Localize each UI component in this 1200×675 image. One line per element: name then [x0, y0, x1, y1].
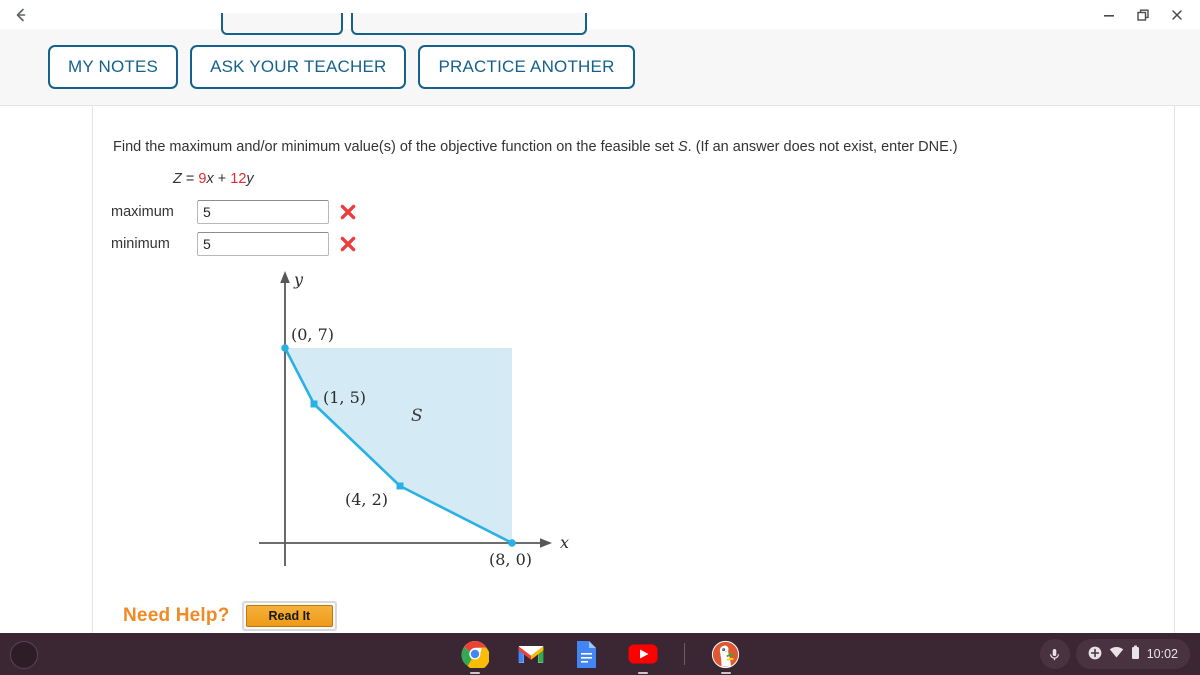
vertex-point-1-5 [310, 400, 318, 408]
duckduckgo-icon[interactable] [711, 639, 741, 674]
vertex-point-4-2 [396, 482, 404, 490]
chromeos-shelf: 10:02 [0, 633, 1200, 675]
shelf-app-icons [0, 633, 1200, 675]
objective-function: Z = 9x + 12y [173, 171, 254, 187]
objective-coef-y: 12 [230, 171, 247, 187]
prompt-text-part2: . (If an answer does not exist, enter DN… [687, 139, 958, 155]
youtube-icon[interactable] [628, 639, 658, 674]
microphone-icon[interactable] [1039, 639, 1070, 669]
objective-var-x: x [206, 171, 214, 187]
minimum-input[interactable] [197, 232, 329, 256]
vertex-point-8-0 [508, 539, 516, 547]
ask-your-teacher-button[interactable]: ASK YOUR TEACHER [190, 45, 407, 89]
shelf-separator [683, 643, 685, 665]
y-axis-arrow [280, 271, 290, 283]
annotation-8-0: (8, 0) [489, 550, 532, 569]
incorrect-icon-minimum [339, 235, 357, 253]
google-docs-icon[interactable] [572, 639, 602, 669]
incorrect-icon-maximum [339, 203, 357, 221]
objective-var-y: y [246, 171, 254, 187]
objective-equals: = [185, 171, 195, 187]
graph-svg: y x (0, 7) (1, 5) (4, 2) (8, 0) S [259, 270, 569, 569]
answer-fields: maximum minimum [111, 198, 357, 262]
feasible-region-fill [285, 348, 512, 543]
wifi-icon [1109, 646, 1124, 662]
prompt-set-symbol: S [677, 139, 688, 155]
clipped-buttons-row [0, 13, 1200, 35]
question-prompt: Find the maximum and/or minimum value(s)… [113, 138, 1153, 157]
battery-icon [1131, 645, 1140, 663]
app-running-indicator [637, 672, 648, 674]
clock-label: 10:02 [1146, 647, 1178, 661]
read-it-button[interactable]: Read It [245, 605, 334, 627]
need-help-section: Need Help? Read It [123, 601, 338, 631]
annotation-4-2: (4, 2) [345, 490, 388, 509]
prompt-text-part1: Find the maximum and/or minimum value(s)… [113, 139, 678, 155]
maximum-input[interactable] [197, 200, 329, 224]
clipped-button-right[interactable] [351, 13, 587, 35]
minimum-label: minimum [111, 236, 170, 252]
objective-plus: + [217, 171, 227, 187]
toolbar-button-row: MY NOTES ASK YOUR TEACHER PRACTICE ANOTH… [48, 45, 635, 89]
screen: MY NOTES ASK YOUR TEACHER PRACTICE ANOTH… [0, 0, 1200, 675]
annotation-0-7: (0, 7) [291, 325, 334, 344]
app-running-indicator [469, 672, 480, 674]
problem-card: Find the maximum and/or minimum value(s)… [92, 106, 1175, 666]
need-help-label: Need Help? [123, 605, 230, 626]
maximum-label: maximum [111, 204, 174, 220]
page-content: MY NOTES ASK YOUR TEACHER PRACTICE ANOTH… [0, 13, 1200, 666]
my-notes-button[interactable]: MY NOTES [48, 45, 179, 89]
app-running-indicator [720, 672, 731, 674]
plus-circle-icon [1088, 646, 1102, 663]
vertex-point-0-7 [281, 344, 289, 352]
read-it-button-frame: Read It [241, 601, 338, 631]
y-axis-label: y [293, 270, 304, 289]
assignment-toolbar: MY NOTES ASK YOUR TEACHER PRACTICE ANOTH… [0, 13, 1200, 106]
annotation-1-5: (1, 5) [323, 388, 366, 407]
practice-another-button[interactable]: PRACTICE ANOTHER [418, 45, 635, 89]
system-tray: 10:02 [1039, 639, 1190, 669]
answer-row-minimum: minimum [111, 230, 357, 258]
answer-row-maximum: maximum [111, 198, 357, 226]
objective-z: Z [173, 171, 182, 187]
x-axis-arrow [540, 538, 552, 548]
region-label-s: S [411, 406, 423, 426]
chrome-icon[interactable] [460, 639, 490, 674]
status-area[interactable]: 10:02 [1075, 639, 1190, 669]
feasible-set-graph: y x (0, 7) (1, 5) (4, 2) (8, 0) S [253, 266, 583, 586]
gmail-icon[interactable] [516, 639, 546, 669]
clipped-button-left[interactable] [221, 13, 343, 35]
x-axis-label: x [560, 533, 569, 552]
